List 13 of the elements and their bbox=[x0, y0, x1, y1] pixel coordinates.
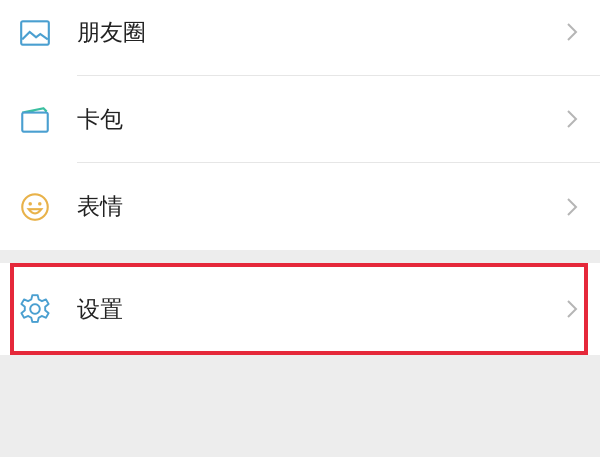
chevron-icon bbox=[566, 22, 578, 42]
menu-item[interactable]: 表情 bbox=[0, 163, 600, 250]
settings-icon bbox=[18, 292, 52, 326]
menu-item[interactable]: 朋友圈 bbox=[0, 0, 600, 76]
menu-label: 表情 bbox=[77, 193, 123, 222]
chevron-icon bbox=[566, 109, 578, 129]
menu-item[interactable]: 设置 bbox=[10, 263, 588, 355]
menu-label: 卡包 bbox=[77, 106, 123, 134]
menu-label: 设置 bbox=[77, 296, 123, 324]
chevron-icon bbox=[566, 299, 578, 319]
chevron-icon bbox=[566, 196, 578, 216]
menu-label: 朋友圈 bbox=[77, 18, 146, 48]
menu-item[interactable]: 卡包 bbox=[0, 76, 600, 163]
